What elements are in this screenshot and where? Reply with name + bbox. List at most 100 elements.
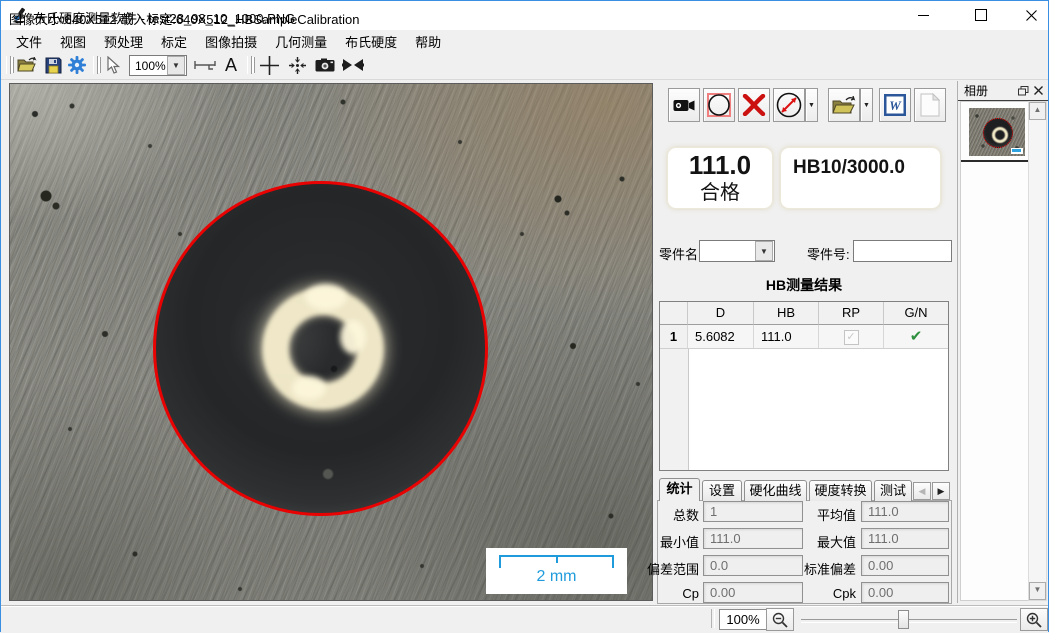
close-panel-icon[interactable] bbox=[1034, 86, 1043, 95]
minimize-icon bbox=[918, 15, 929, 16]
album-title: 相册 bbox=[958, 82, 1018, 99]
hardness-result-box: 111.0 合格 bbox=[667, 147, 773, 209]
tab-hardening-curve[interactable]: 硬化曲线 bbox=[744, 480, 807, 501]
stat-cp-label: Cp bbox=[619, 586, 699, 601]
gear-icon bbox=[68, 56, 86, 74]
zoom-out-button[interactable] bbox=[766, 608, 794, 631]
table-title: HB测量结果 bbox=[659, 275, 949, 295]
camera-capture-tool-button[interactable] bbox=[313, 54, 337, 76]
settings-tool-button[interactable] bbox=[65, 54, 89, 76]
measure-tool-button[interactable] bbox=[193, 54, 217, 76]
album-header[interactable]: 相册 bbox=[958, 81, 1048, 101]
menu-bar: 文件 视图 预处理 标定 图像拍摄 几何测量 布氏硬度 帮助 bbox=[1, 30, 1048, 52]
zoom-combobox[interactable]: 100% ▼ bbox=[129, 55, 187, 76]
open-image-dropdown[interactable]: ▼ bbox=[860, 88, 873, 122]
column-header-gn[interactable]: G/N bbox=[884, 302, 948, 325]
column-header-hb[interactable]: HB bbox=[754, 302, 819, 325]
part-number-label: 零件号: bbox=[807, 244, 850, 263]
chevron-down-icon[interactable]: ▼ bbox=[755, 241, 773, 261]
blank-page-icon bbox=[920, 93, 940, 117]
status-text: 图像大小:640X512 载入标定:640X512_HBSampleCalibr… bbox=[9, 9, 359, 28]
chevron-down-icon[interactable]: ▼ bbox=[167, 56, 185, 75]
column-header-rp[interactable]: RP bbox=[819, 302, 884, 325]
part-number-input[interactable] bbox=[853, 240, 952, 262]
specimen-image-view[interactable]: 2 mm bbox=[9, 83, 653, 601]
scroll-down-icon[interactable]: ▼ bbox=[1029, 582, 1046, 600]
text-annotation-tool-button[interactable]: A bbox=[219, 54, 243, 76]
cell-d-value[interactable]: 5.6082 bbox=[688, 325, 754, 349]
tab-settings[interactable]: 设置 bbox=[702, 480, 742, 501]
hardness-verdict: 合格 bbox=[668, 180, 772, 206]
open-file-tool-button[interactable] bbox=[15, 54, 39, 76]
album-scrollbar[interactable]: ▲ ▼ bbox=[1028, 101, 1047, 601]
scale-bracket bbox=[499, 555, 614, 568]
toolbar-grip[interactable] bbox=[6, 56, 11, 74]
column-header-d[interactable]: D bbox=[688, 302, 754, 325]
album-panel: 相册 ▲ ▼ bbox=[957, 81, 1048, 603]
menu-file[interactable]: 文件 bbox=[7, 30, 51, 53]
menu-brinell-hardness[interactable]: 布氏硬度 bbox=[336, 30, 406, 53]
video-stop-tool-button[interactable] bbox=[341, 54, 365, 76]
hb-results-table[interactable]: D HB RP G/N 1 5.6082 111.0 ✓ ✔ bbox=[659, 301, 949, 471]
menu-image-capture[interactable]: 图像拍摄 bbox=[196, 30, 266, 53]
toolbar-grip[interactable] bbox=[247, 56, 252, 74]
cross-tool-button[interactable] bbox=[257, 54, 281, 76]
cell-hb-value[interactable]: 111.0 bbox=[754, 325, 819, 349]
caliper-icon bbox=[194, 60, 216, 70]
plus-crosshair-icon bbox=[260, 56, 279, 75]
measure-diameter-dropdown[interactable]: ▼ bbox=[805, 88, 818, 122]
center-focus-tool-button[interactable] bbox=[285, 54, 309, 76]
close-button[interactable] bbox=[1009, 1, 1049, 29]
part-name-label: 零件名: bbox=[659, 244, 702, 263]
new-report-button[interactable] bbox=[914, 88, 946, 122]
tab-scroll-left-button[interactable]: ◀ bbox=[913, 482, 931, 500]
save-floppy-icon bbox=[45, 57, 62, 74]
word-icon: W bbox=[883, 93, 907, 117]
menu-preprocess[interactable]: 预处理 bbox=[95, 30, 152, 53]
part-name-combobox[interactable]: ▼ bbox=[699, 240, 775, 262]
close-icon bbox=[1026, 10, 1037, 21]
highlight-blob bbox=[292, 376, 326, 400]
stat-stddev-value: 0.00 bbox=[861, 555, 949, 576]
stat-total-label: 总数 bbox=[619, 505, 699, 524]
detect-indentation-button[interactable] bbox=[703, 88, 735, 122]
toolbar-grip[interactable] bbox=[93, 56, 98, 74]
hardness-value: 111.0 bbox=[668, 150, 772, 180]
tab-test[interactable]: 测试 bbox=[874, 480, 912, 501]
delete-measurement-button[interactable] bbox=[738, 88, 770, 122]
highlight-blob bbox=[340, 320, 366, 354]
album-thumbnail[interactable] bbox=[969, 108, 1025, 156]
measure-diameter-button[interactable] bbox=[773, 88, 805, 122]
menu-view[interactable]: 视图 bbox=[51, 30, 95, 53]
save-tool-button[interactable] bbox=[41, 54, 65, 76]
zoom-in-button[interactable] bbox=[1020, 608, 1048, 631]
minimize-button[interactable] bbox=[901, 1, 946, 29]
tab-statistics[interactable]: 统计 bbox=[659, 478, 700, 501]
scroll-up-icon[interactable]: ▲ bbox=[1029, 102, 1046, 120]
tab-hardness-conversion[interactable]: 硬度转换 bbox=[809, 480, 872, 501]
export-word-report-button[interactable]: W bbox=[879, 88, 911, 122]
zoom-slider-track[interactable] bbox=[801, 619, 1017, 623]
red-x-icon bbox=[742, 94, 766, 116]
album-list[interactable] bbox=[960, 101, 1029, 601]
menu-calibration[interactable]: 标定 bbox=[152, 30, 196, 53]
menu-geometry-measure[interactable]: 几何测量 bbox=[266, 30, 336, 53]
capture-video-button[interactable] bbox=[668, 88, 700, 122]
rp-checkbox[interactable]: ✓ bbox=[844, 330, 859, 345]
zoom-slider-handle[interactable] bbox=[898, 610, 909, 629]
menu-help[interactable]: 帮助 bbox=[406, 30, 450, 53]
open-folder-icon bbox=[832, 96, 856, 115]
maximize-button[interactable] bbox=[958, 1, 1003, 29]
tab-scroll-right-button[interactable]: ▶ bbox=[932, 482, 950, 500]
svg-text:W: W bbox=[889, 98, 902, 113]
row-index[interactable]: 1 bbox=[660, 325, 688, 349]
float-panel-icon[interactable] bbox=[1018, 86, 1029, 96]
zoom-out-icon bbox=[772, 612, 788, 628]
focus-crosshair-icon bbox=[288, 56, 307, 75]
highlight-blob bbox=[305, 284, 347, 310]
stat-max-label: 最大值 bbox=[776, 532, 856, 551]
statusbar-divider bbox=[711, 609, 715, 628]
select-cursor-tool-button[interactable] bbox=[101, 54, 125, 76]
cell-rp[interactable]: ✓ bbox=[819, 325, 884, 349]
open-image-button[interactable] bbox=[828, 88, 860, 122]
